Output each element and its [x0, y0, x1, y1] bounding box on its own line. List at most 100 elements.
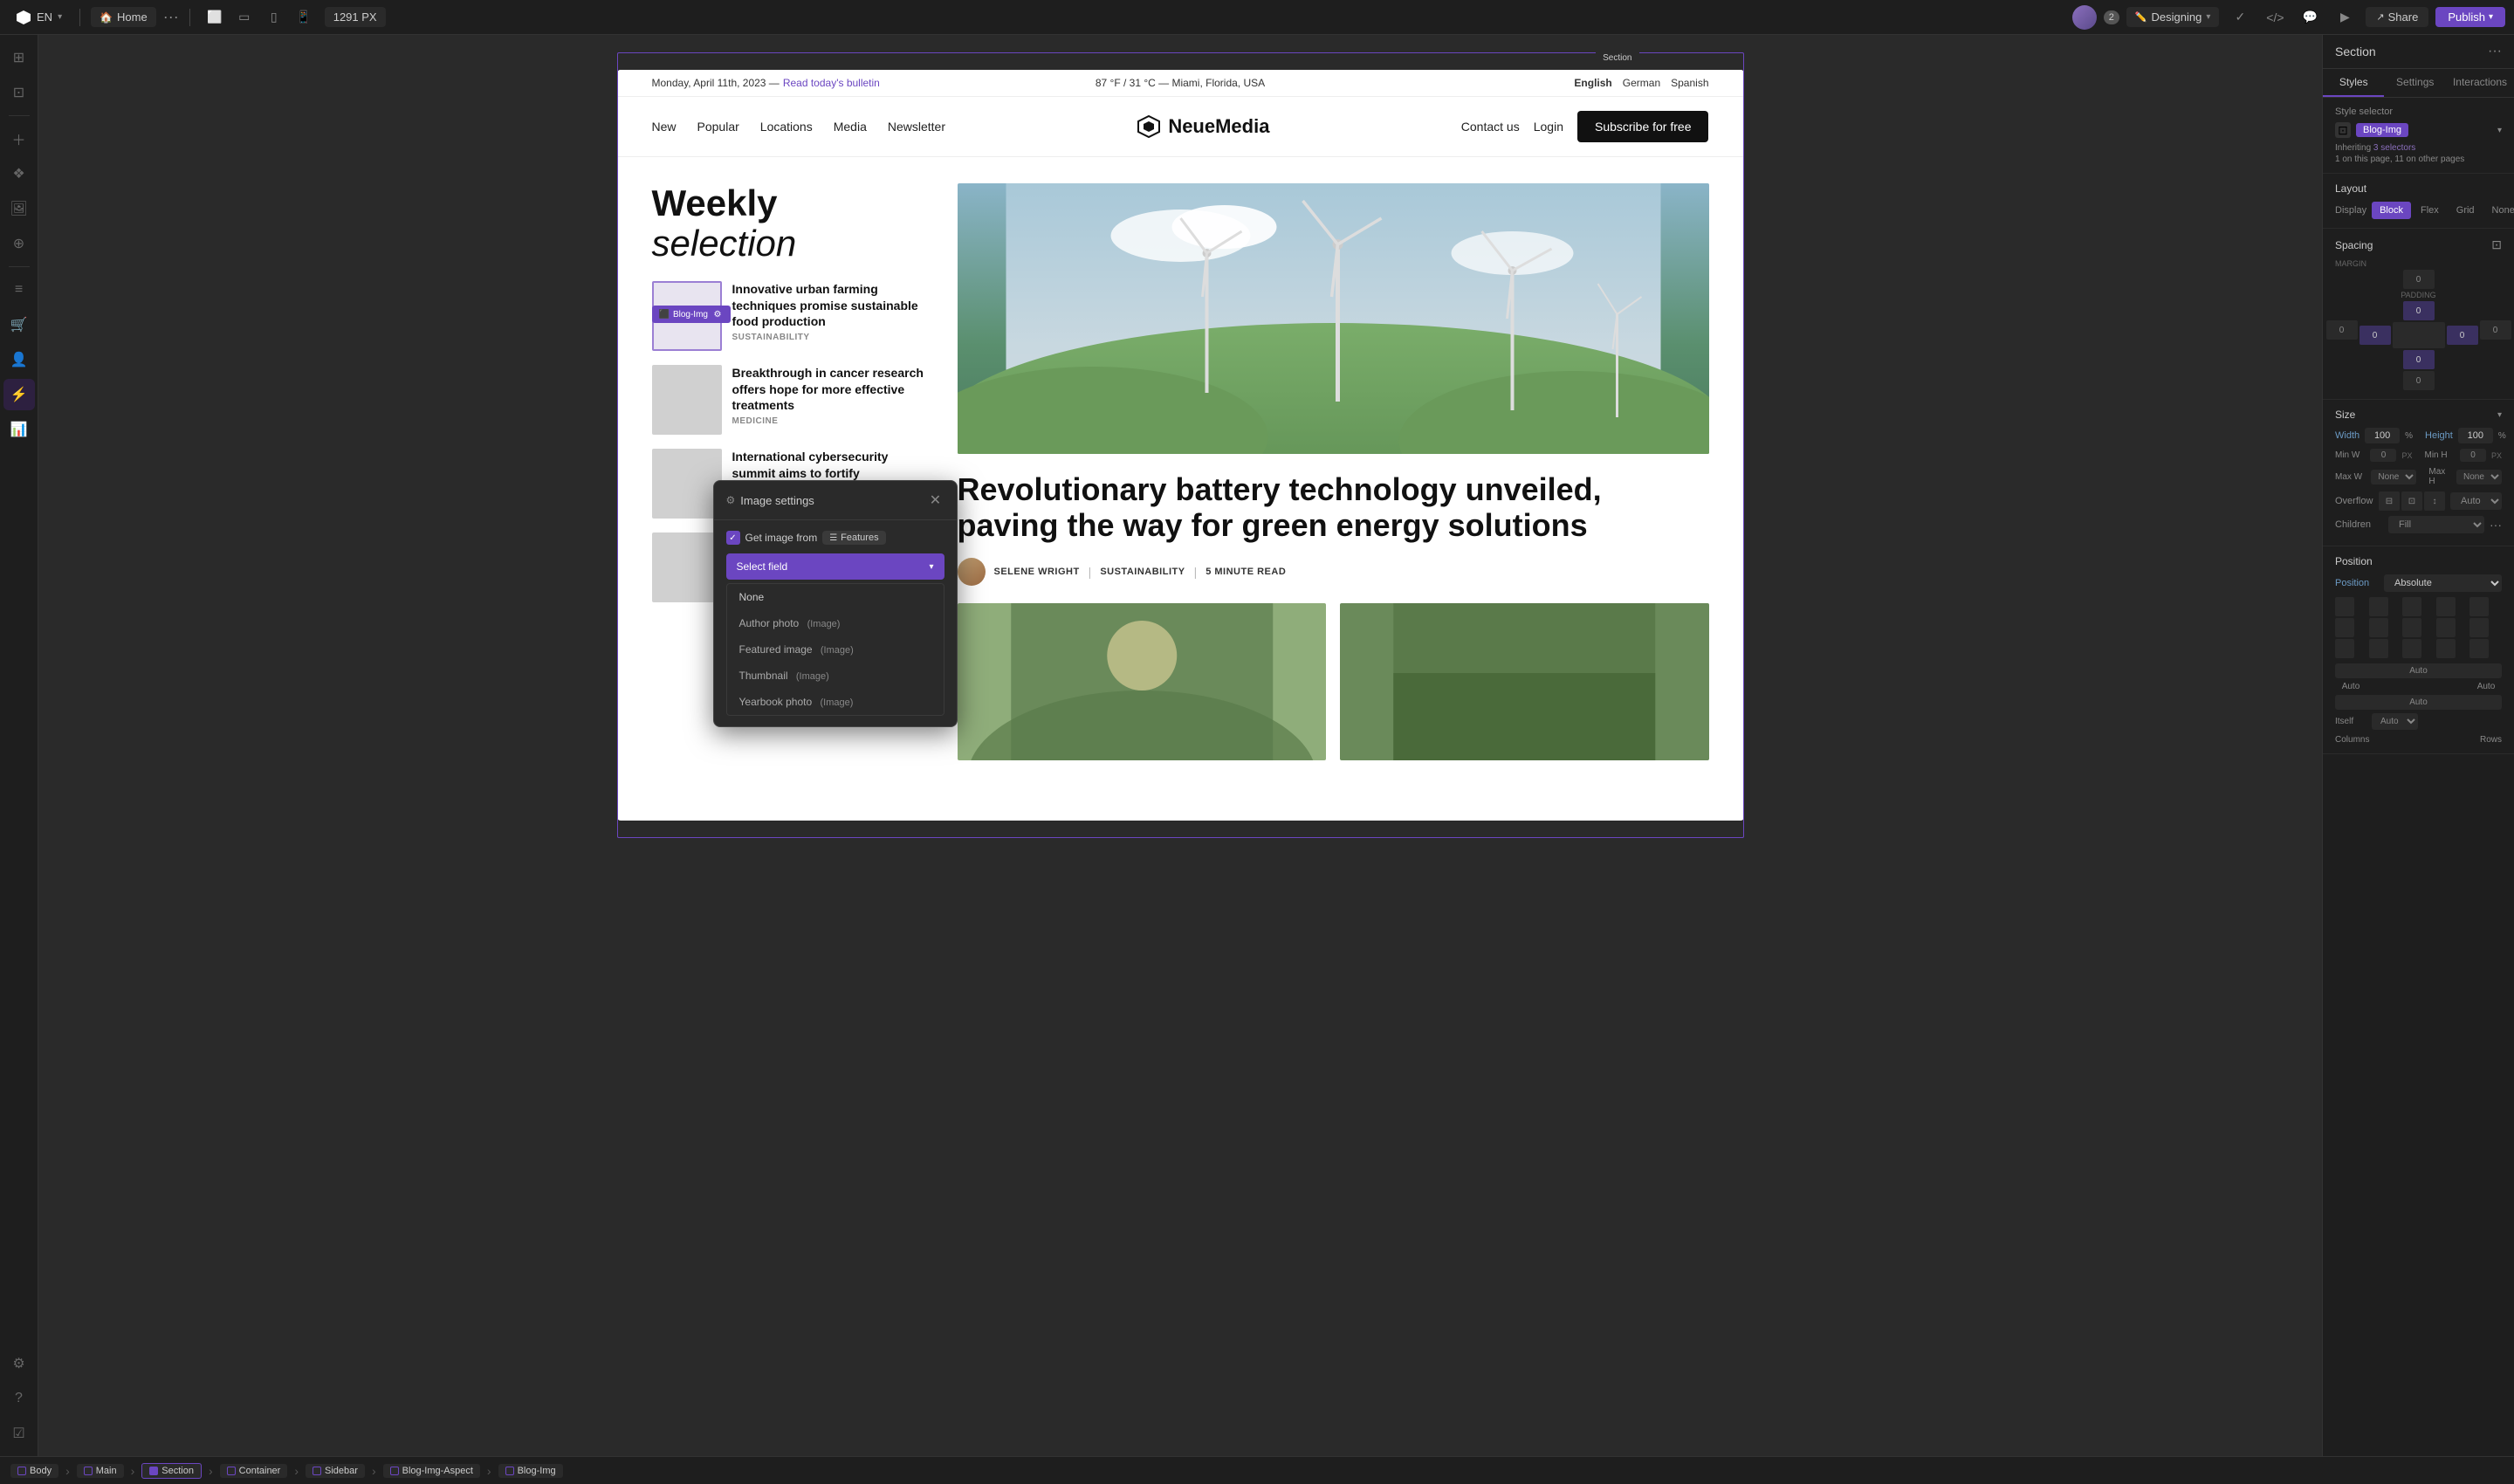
canvas-width-display[interactable]: 1291 PX: [325, 7, 386, 27]
left-icon-logic[interactable]: ⚡: [3, 379, 35, 410]
right-panel-more[interactable]: ···: [2488, 44, 2502, 59]
comment-btn[interactable]: 💬: [2296, 5, 2324, 30]
nav-new[interactable]: New: [652, 120, 677, 134]
dropdown-thumbnail[interactable]: Thumbnail (Image): [727, 663, 944, 689]
lang-german[interactable]: German: [1623, 77, 1660, 89]
nav-newsletter[interactable]: Newsletter: [888, 120, 945, 134]
bottom-tag-main[interactable]: Main: [77, 1464, 124, 1478]
get-image-checkbox[interactable]: ✓: [726, 531, 740, 545]
tablet-h-view-btn[interactable]: ▭: [230, 5, 258, 30]
user-avatar[interactable]: [2072, 5, 2097, 30]
pos-extra-6[interactable]: [2469, 639, 2489, 658]
padding-left[interactable]: 0: [2359, 326, 2391, 345]
pos-t[interactable]: [2369, 597, 2388, 616]
publish-button[interactable]: Publish ▾: [2435, 7, 2505, 27]
left-icon-analytics[interactable]: 📊: [3, 414, 35, 445]
toolbar-logo[interactable]: EN ▾: [9, 6, 69, 29]
dropdown-author-photo[interactable]: Author photo (Image): [727, 610, 944, 636]
nav-locations[interactable]: Locations: [760, 120, 813, 134]
left-icon-media[interactable]: 🖼: [3, 193, 35, 224]
overflow-btn-1[interactable]: ⊟: [2379, 491, 2400, 511]
tablet-v-view-btn[interactable]: ▯: [260, 5, 288, 30]
bottom-tag-container[interactable]: Container: [220, 1464, 288, 1478]
pos-extra-5[interactable]: [2436, 639, 2456, 658]
children-select[interactable]: Fill: [2388, 516, 2484, 533]
left-icon-users[interactable]: 👤: [3, 344, 35, 375]
size-expand-icon[interactable]: ▾: [2497, 410, 2502, 420]
share-button[interactable]: ↗ Share: [2366, 7, 2428, 27]
overflow-btn-3[interactable]: ↕: [2424, 491, 2445, 511]
pos-auto-bottom-input[interactable]: [2335, 695, 2502, 710]
designing-btn[interactable]: ✏️ Designing ▾: [2126, 7, 2220, 27]
nav-popular[interactable]: Popular: [697, 120, 739, 134]
margin-top[interactable]: 0: [2403, 270, 2435, 289]
left-icon-help[interactable]: ?: [3, 1383, 35, 1414]
read-bulletin-link[interactable]: Read today's bulletin: [783, 77, 880, 89]
max-w-select[interactable]: None: [2371, 470, 2416, 484]
overflow-btn-2[interactable]: ⊡: [2401, 491, 2422, 511]
margin-left[interactable]: 0: [2326, 320, 2358, 340]
nav-media[interactable]: Media: [834, 120, 867, 134]
dropdown-featured-image[interactable]: Featured image (Image): [727, 636, 944, 663]
min-w-input[interactable]: [2370, 449, 2396, 462]
position-type-select[interactable]: Absolute: [2384, 574, 2502, 592]
desktop-view-btn[interactable]: ⬜: [201, 5, 229, 30]
style-selector-badge[interactable]: Blog-Img: [2356, 123, 2408, 137]
pos-tl[interactable]: [2335, 597, 2354, 616]
mobile-view-btn[interactable]: 📱: [290, 5, 318, 30]
left-icon-pages[interactable]: ⊞: [3, 42, 35, 73]
display-flex[interactable]: Flex: [2413, 202, 2447, 219]
contact-link[interactable]: Contact us: [1461, 120, 1520, 134]
pos-m[interactable]: [2469, 597, 2489, 616]
left-icon-apps[interactable]: ⊕: [3, 228, 35, 259]
tab-interactions[interactable]: Interactions: [2446, 69, 2514, 97]
login-link[interactable]: Login: [1534, 120, 1563, 134]
dropdown-yearbook-photo[interactable]: Yearbook photo (Image): [727, 689, 944, 715]
left-icon-components[interactable]: ❖: [3, 158, 35, 189]
bottom-tag-body[interactable]: Body: [10, 1464, 58, 1478]
padding-right[interactable]: 0: [2447, 326, 2478, 345]
pos-itself-select[interactable]: Auto: [2372, 713, 2418, 730]
locale-btn[interactable]: EN: [37, 10, 52, 24]
left-icon-accessibility[interactable]: ☑: [3, 1418, 35, 1449]
pos-extra-4[interactable]: [2402, 639, 2421, 658]
toolbar-more-dots[interactable]: ···: [163, 8, 179, 26]
tab-styles[interactable]: Styles: [2323, 69, 2384, 97]
checkmark-btn[interactable]: ✓: [2226, 5, 2254, 30]
pos-br[interactable]: [2436, 618, 2456, 637]
bottom-tag-sidebar[interactable]: Sidebar: [306, 1464, 365, 1478]
display-grid[interactable]: Grid: [2449, 202, 2483, 219]
pos-tr[interactable]: [2402, 597, 2421, 616]
pos-extra-2[interactable]: [2335, 639, 2354, 658]
display-block[interactable]: Block: [2372, 202, 2411, 219]
pos-b[interactable]: [2402, 618, 2421, 637]
max-h-select[interactable]: None: [2456, 470, 2502, 484]
subscribe-button[interactable]: Subscribe for free: [1577, 111, 1709, 142]
pos-bl[interactable]: [2369, 618, 2388, 637]
lang-spanish[interactable]: Spanish: [1671, 77, 1708, 89]
bottom-tag-blog-img-aspect[interactable]: Blog-Img-Aspect: [383, 1464, 480, 1478]
play-btn[interactable]: ▶: [2331, 5, 2359, 30]
dropdown-none[interactable]: None: [727, 584, 944, 610]
pos-extra-1[interactable]: [2469, 618, 2489, 637]
width-input[interactable]: [2365, 428, 2400, 443]
pos-mr[interactable]: [2335, 618, 2354, 637]
padding-top[interactable]: 0: [2403, 301, 2435, 320]
home-tab[interactable]: 🏠 Home: [91, 7, 156, 27]
selectors-link[interactable]: 3 selectors: [2373, 143, 2415, 153]
left-icon-ecommerce[interactable]: 🛒: [3, 309, 35, 340]
margin-right[interactable]: 0: [2480, 320, 2511, 340]
left-icon-add[interactable]: ＋: [3, 123, 35, 155]
select-field-dropdown[interactable]: Select field ▾: [726, 553, 944, 580]
bottom-tag-section[interactable]: Section: [141, 1463, 202, 1479]
margin-bottom[interactable]: 0: [2403, 371, 2435, 390]
features-tag[interactable]: ☰ Features: [822, 531, 885, 545]
spacing-icon[interactable]: ⊡: [2491, 237, 2502, 252]
pos-auto-top-input[interactable]: [2335, 663, 2502, 678]
display-none[interactable]: None: [2484, 202, 2514, 219]
bottom-tag-blog-img[interactable]: Blog-Img: [498, 1464, 563, 1478]
min-h-input[interactable]: [2460, 449, 2486, 462]
blog-img-settings-icon[interactable]: ⚙: [711, 308, 724, 320]
left-icon-layers[interactable]: ⊡: [3, 77, 35, 108]
blog-img-label[interactable]: ⬛ Blog-Img ⚙: [652, 306, 731, 323]
